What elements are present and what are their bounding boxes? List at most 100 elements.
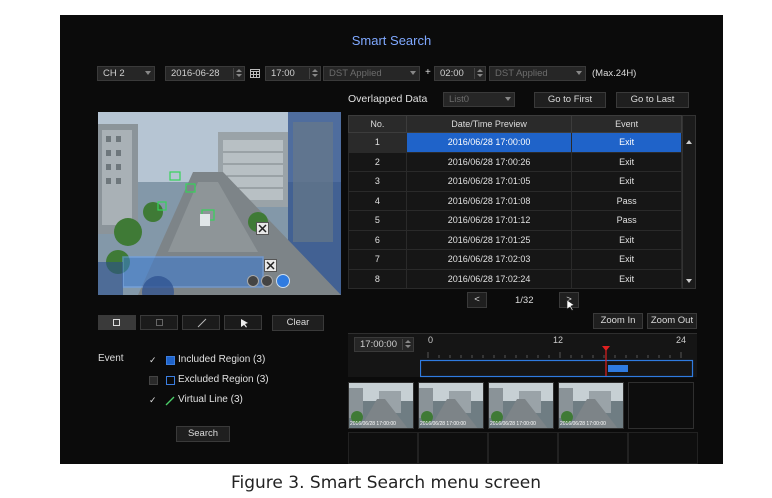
excluded-region-icon (166, 376, 175, 385)
included-region-tool[interactable] (98, 315, 136, 330)
max-duration-note: (Max.24H) (592, 68, 637, 79)
virtual-line-tool[interactable] (182, 315, 220, 330)
row-datetime: 2016/06/28 17:02:24 (405, 268, 573, 289)
timeline-time-field[interactable]: 17:00:00 (354, 337, 414, 352)
mouse-cursor-icon (566, 299, 575, 311)
column-header-event: Event (571, 115, 682, 133)
close-region-icon[interactable] (264, 259, 277, 272)
event-label: Event (98, 353, 124, 364)
thumbnail-empty (418, 432, 488, 464)
date-field[interactable]: 2016-06-28 (165, 66, 245, 81)
square-icon (113, 319, 120, 326)
close-region-icon[interactable] (256, 222, 269, 235)
dst-select-left[interactable]: DST Applied (323, 66, 420, 81)
dst-select-right[interactable]: DST Applied (489, 66, 586, 81)
check-icon[interactable]: ✓ (149, 395, 157, 406)
region-tool-icon[interactable] (261, 275, 273, 287)
go-to-first-button[interactable]: Go to First (534, 92, 606, 108)
row-number: 7 (348, 249, 407, 270)
column-header-datetime: Date/Time Preview (405, 115, 573, 133)
row-event: Exit (571, 249, 682, 270)
thumbnail-empty (488, 432, 558, 464)
row-number: 4 (348, 190, 407, 211)
region-shape-icon (156, 319, 163, 326)
timeline-bar[interactable]: 17:00:00 0 12 24 (348, 333, 697, 378)
chevron-down-icon (145, 71, 151, 75)
table-row[interactable]: 1 2016/06/28 17:00:00 Exit (348, 132, 682, 153)
go-to-last-button[interactable]: Go to Last (616, 92, 689, 108)
search-button[interactable]: Search (176, 426, 230, 442)
row-event: Exit (571, 268, 682, 289)
virtual-line-icon (165, 396, 175, 406)
thumbnail-timestamp: 2016/06/28 17:00:00 (490, 421, 536, 427)
thumbnail-empty (628, 382, 694, 429)
date-stepper-icon[interactable] (233, 68, 243, 79)
row-datetime: 2016/06/28 17:01:25 (405, 229, 573, 250)
table-row[interactable]: 3 2016/06/28 17:01:05 Exit (348, 171, 682, 192)
results-table: No. Date/Time Preview Event 1 2016/06/28 … (348, 115, 682, 289)
prev-page-button[interactable]: < (467, 292, 487, 308)
zoom-out-button[interactable]: Zoom Out (647, 313, 697, 329)
chevron-down-icon (576, 71, 582, 75)
scroll-down-icon[interactable] (686, 279, 692, 283)
line-icon (197, 318, 207, 328)
duration-stepper-icon[interactable] (474, 68, 484, 79)
region-select-icon[interactable] (276, 274, 290, 288)
thumbnail-2[interactable]: 2016/06/28 17:00:00 (418, 382, 484, 429)
thumbnail-4[interactable]: 2016/06/28 17:00:00 (558, 382, 624, 429)
overlap-list-select[interactable]: List0 (443, 92, 515, 107)
overlapped-data-label: Overlapped Data (348, 93, 428, 105)
figure-caption: Figure 3. Smart Search menu screen (230, 473, 542, 493)
dst-left-value: DST Applied (329, 68, 382, 79)
scroll-up-icon[interactable] (686, 140, 692, 144)
row-number: 5 (348, 210, 407, 231)
thumbnail-3[interactable]: 2016/06/28 17:00:00 (488, 382, 554, 429)
row-event: Exit (571, 151, 682, 172)
calendar-icon[interactable] (250, 68, 260, 78)
duration-field[interactable]: 02:00 (434, 66, 486, 81)
row-event: Exit (571, 171, 682, 192)
dst-right-value: DST Applied (495, 68, 548, 79)
timeline-tick-12: 12 (553, 335, 564, 345)
row-datetime: 2016/06/28 17:01:12 (405, 210, 573, 231)
row-datetime: 2016/06/28 17:00:00 (405, 132, 573, 153)
table-row[interactable]: 7 2016/06/28 17:02:03 Exit (348, 249, 682, 270)
table-row[interactable]: 6 2016/06/28 17:01:25 Exit (348, 229, 682, 250)
excluded-checkbox[interactable] (149, 376, 158, 385)
pointer-tool[interactable] (224, 315, 262, 330)
time-stepper-icon[interactable] (309, 68, 319, 79)
virtual-line-label: Virtual Line (3) (178, 394, 243, 405)
page-indicator: 1/32 (515, 295, 534, 306)
camera-preview[interactable] (98, 112, 341, 295)
chevron-down-icon (505, 97, 511, 101)
date-value: 2016-06-28 (171, 68, 220, 79)
thumbnail-timestamp: 2016/06/28 17:00:00 (560, 421, 606, 427)
duration-value: 02:00 (440, 68, 464, 79)
row-event: Exit (571, 229, 682, 250)
row-number: 2 (348, 151, 407, 172)
clear-button[interactable]: Clear (272, 315, 324, 331)
table-row[interactable]: 5 2016/06/28 17:01:12 Pass (348, 210, 682, 231)
thumbnail-1[interactable]: 2016/06/28 17:00:00 (348, 382, 414, 429)
check-icon[interactable]: ✓ (149, 355, 157, 366)
excluded-region-tool[interactable] (140, 315, 178, 330)
table-row[interactable]: 4 2016/06/28 17:01:08 Pass (348, 190, 682, 211)
table-scrollbar[interactable] (682, 115, 696, 289)
overlap-list-value: List0 (449, 94, 470, 105)
region-tool-icon[interactable] (247, 275, 259, 287)
zoom-in-button[interactable]: Zoom In (593, 313, 643, 329)
row-event: Pass (571, 210, 682, 231)
timeline-stepper-icon[interactable] (402, 339, 412, 350)
timeline-time-value: 17:00:00 (360, 339, 397, 350)
table-row[interactable]: 8 2016/06/28 17:02:24 Exit (348, 268, 682, 289)
channel-select[interactable]: CH 2 (97, 66, 155, 81)
screen-title: Smart Search (351, 33, 432, 48)
column-header-no: No. (348, 115, 407, 133)
row-datetime: 2016/06/28 17:00:26 (405, 151, 573, 172)
plus-sign: + (425, 67, 431, 78)
table-row[interactable]: 2 2016/06/28 17:00:26 Exit (348, 151, 682, 172)
thumbnail-empty (558, 432, 628, 464)
row-number: 3 (348, 171, 407, 192)
channel-value: CH 2 (103, 68, 125, 79)
time-field[interactable]: 17:00 (265, 66, 321, 81)
